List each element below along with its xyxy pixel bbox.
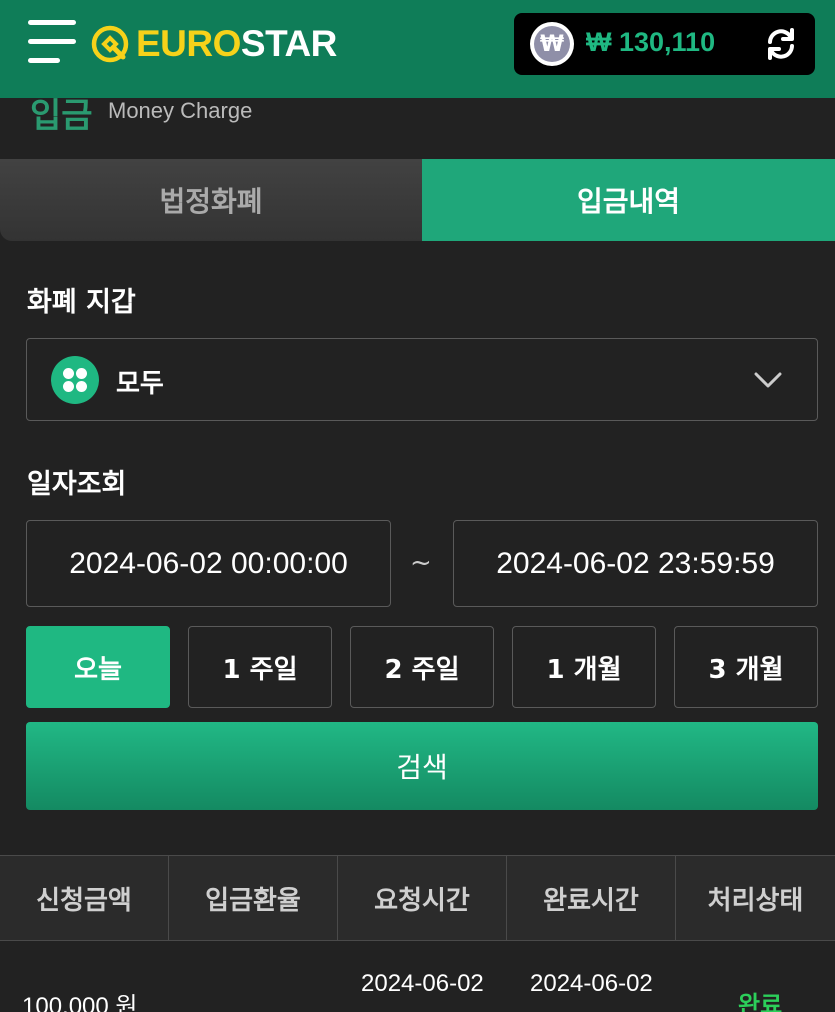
tab-deposit-history[interactable]: 입금내역 (422, 159, 835, 241)
wallet-select-value: 모두 (116, 369, 164, 399)
won-coin-icon: ₩ (530, 22, 574, 66)
search-button[interactable]: 검색 (26, 722, 818, 810)
brand-logo[interactable]: EUROSTAR (90, 22, 337, 66)
status-badge: 완료 (738, 991, 783, 1012)
column-header-request-time: 요청시간 (338, 856, 507, 940)
end-date-input[interactable]: 2024-06-02 23:59:59 (453, 520, 818, 607)
period-3month-button[interactable]: 3 개월 (674, 626, 818, 708)
balance-amount: ₩ 130,110 (586, 27, 716, 57)
table-row-completed: 2024-06-02 (530, 970, 653, 997)
balance-widget: ₩ ₩ 130,110 (514, 13, 815, 75)
column-header-complete-time: 완료시간 (507, 856, 676, 940)
wallet-select[interactable]: 모두 (26, 338, 818, 421)
date-separator: ~ (410, 548, 432, 578)
wallet-label: 화폐 지갑 (27, 287, 136, 318)
period-2week-button[interactable]: 2 주일 (350, 626, 494, 708)
refresh-icon[interactable] (762, 25, 800, 63)
table-header: 신청금액 입금환율 요청시간 완료시간 처리상태 (0, 855, 835, 941)
date-filter-label: 일자조회 (27, 469, 127, 500)
all-grid-icon (51, 356, 99, 404)
app-header: EUROSTAR ₩ ₩ 130,110 (0, 0, 835, 98)
period-1month-button[interactable]: 1 개월 (512, 626, 656, 708)
start-date-input[interactable]: 2024-06-02 00:00:00 (26, 520, 391, 607)
period-1week-button[interactable]: 1 주일 (188, 626, 332, 708)
tab-bar: 법정화폐 입금내역 (0, 159, 835, 241)
page-title: 입금 (30, 96, 93, 136)
column-header-status: 처리상태 (707, 885, 804, 916)
table-row-requested: 2024-06-02 (361, 970, 484, 997)
tab-fiat[interactable]: 법정화폐 (0, 159, 422, 241)
logo-text: EUROSTAR (136, 23, 337, 64)
period-today-button[interactable]: 오늘 (26, 626, 170, 708)
logo-mark-icon (91, 25, 129, 63)
table-row-amount: 100,000 원 (22, 993, 138, 1012)
column-header-amount: 신청금액 (0, 856, 169, 940)
column-header-rate: 입금환율 (169, 856, 338, 940)
page-subtitle: Money Charge (108, 98, 253, 123)
hamburger-menu-icon[interactable] (28, 20, 76, 66)
chevron-down-icon (754, 372, 782, 388)
